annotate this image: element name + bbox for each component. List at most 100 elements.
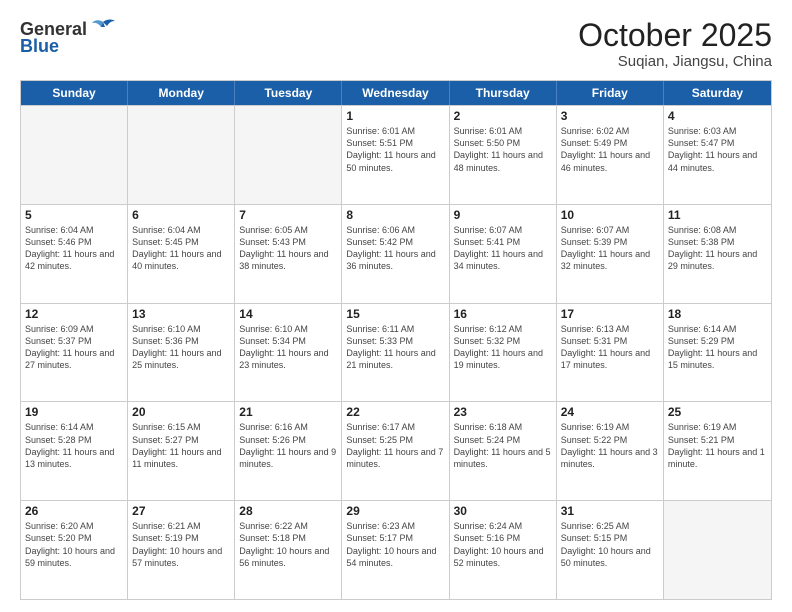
day-number: 22 <box>346 405 444 419</box>
cal-cell-25: 25 Sunrise: 6:19 AM Sunset: 5:21 PM Dayli… <box>664 402 771 500</box>
cell-info: Sunrise: 6:17 AM Sunset: 5:25 PM Dayligh… <box>346 421 444 470</box>
cal-cell-2: 2 Sunrise: 6:01 AM Sunset: 5:50 PM Daylig… <box>450 106 557 204</box>
cal-row-4: 26 Sunrise: 6:20 AM Sunset: 5:20 PM Dayli… <box>21 500 771 599</box>
month-title: October 2025 <box>578 18 772 53</box>
day-number: 15 <box>346 307 444 321</box>
cell-info: Sunrise: 6:10 AM Sunset: 5:36 PM Dayligh… <box>132 323 230 372</box>
page: General Blue October 2025 Suqian, Jiangs… <box>0 0 792 612</box>
cell-info: Sunrise: 6:11 AM Sunset: 5:33 PM Dayligh… <box>346 323 444 372</box>
cal-cell-26: 26 Sunrise: 6:20 AM Sunset: 5:20 PM Dayli… <box>21 501 128 599</box>
cal-cell-empty-0-2 <box>235 106 342 204</box>
day-number: 1 <box>346 109 444 123</box>
cell-info: Sunrise: 6:07 AM Sunset: 5:39 PM Dayligh… <box>561 224 659 273</box>
title-block: October 2025 Suqian, Jiangsu, China <box>578 18 772 70</box>
header-day-wednesday: Wednesday <box>342 81 449 105</box>
day-number: 29 <box>346 504 444 518</box>
day-number: 27 <box>132 504 230 518</box>
header-day-sunday: Sunday <box>21 81 128 105</box>
cell-info: Sunrise: 6:01 AM Sunset: 5:51 PM Dayligh… <box>346 125 444 174</box>
cell-info: Sunrise: 6:24 AM Sunset: 5:16 PM Dayligh… <box>454 520 552 569</box>
day-number: 28 <box>239 504 337 518</box>
cell-info: Sunrise: 6:03 AM Sunset: 5:47 PM Dayligh… <box>668 125 767 174</box>
cal-cell-3: 3Sunrise: 6:02 AM Sunset: 5:49 PM Daylig… <box>557 106 664 204</box>
cal-cell-empty-0-0 <box>21 106 128 204</box>
day-number: 7 <box>239 208 337 222</box>
cell-info: Sunrise: 6:25 AM Sunset: 5:15 PM Dayligh… <box>561 520 659 569</box>
header-day-tuesday: Tuesday <box>235 81 342 105</box>
day-number: 10 <box>561 208 659 222</box>
day-number: 18 <box>668 307 767 321</box>
cell-info: Sunrise: 6:09 AM Sunset: 5:37 PM Dayligh… <box>25 323 123 372</box>
cell-info: Sunrise: 6:19 AM Sunset: 5:21 PM Dayligh… <box>668 421 767 470</box>
day-number: 8 <box>346 208 444 222</box>
cal-cell-11: 11 Sunrise: 6:08 AM Sunset: 5:38 PM Dayli… <box>664 205 771 303</box>
logo-bird-icon <box>89 18 117 40</box>
cal-cell-24: 24 Sunrise: 6:19 AM Sunset: 5:22 PM Dayli… <box>557 402 664 500</box>
cal-cell-19: 19 Sunrise: 6:14 AM Sunset: 5:28 PM Dayli… <box>21 402 128 500</box>
day-number: 13 <box>132 307 230 321</box>
day-number: 9 <box>454 208 552 222</box>
cal-cell-4: 4 Sunrise: 6:03 AM Sunset: 5:47 PM Daylig… <box>664 106 771 204</box>
logo-blue-text: Blue <box>20 36 59 57</box>
cell-info: Sunrise: 6:01 AM Sunset: 5:50 PM Dayligh… <box>454 125 552 174</box>
cal-cell-21: 21 Sunrise: 6:16 AM Sunset: 5:26 PM Dayli… <box>235 402 342 500</box>
cal-cell-20: 20Sunrise: 6:15 AM Sunset: 5:27 PM Dayli… <box>128 402 235 500</box>
day-number: 19 <box>25 405 123 419</box>
cell-info: Sunrise: 6:14 AM Sunset: 5:28 PM Dayligh… <box>25 421 123 470</box>
cell-info: Sunrise: 6:20 AM Sunset: 5:20 PM Dayligh… <box>25 520 123 569</box>
header-day-saturday: Saturday <box>664 81 771 105</box>
day-number: 21 <box>239 405 337 419</box>
day-number: 11 <box>668 208 767 222</box>
cell-info: Sunrise: 6:16 AM Sunset: 5:26 PM Dayligh… <box>239 421 337 470</box>
cell-info: Sunrise: 6:19 AM Sunset: 5:22 PM Dayligh… <box>561 421 659 470</box>
location: Suqian, Jiangsu, China <box>578 53 772 70</box>
cell-info: Sunrise: 6:13 AM Sunset: 5:31 PM Dayligh… <box>561 323 659 372</box>
cell-info: Sunrise: 6:14 AM Sunset: 5:29 PM Dayligh… <box>668 323 767 372</box>
cell-info: Sunrise: 6:08 AM Sunset: 5:38 PM Dayligh… <box>668 224 767 273</box>
cal-cell-14: 14 Sunrise: 6:10 AM Sunset: 5:34 PM Dayli… <box>235 304 342 402</box>
day-number: 6 <box>132 208 230 222</box>
cal-row-1: 5Sunrise: 6:04 AM Sunset: 5:46 PM Daylig… <box>21 204 771 303</box>
day-number: 17 <box>561 307 659 321</box>
header-day-monday: Monday <box>128 81 235 105</box>
calendar: SundayMondayTuesdayWednesdayThursdayFrid… <box>20 80 772 600</box>
day-number: 4 <box>668 109 767 123</box>
cal-cell-empty-4-6 <box>664 501 771 599</box>
cal-cell-27: 27 Sunrise: 6:21 AM Sunset: 5:19 PM Dayli… <box>128 501 235 599</box>
calendar-header: SundayMondayTuesdayWednesdayThursdayFrid… <box>21 81 771 105</box>
cal-row-0: 1 Sunrise: 6:01 AM Sunset: 5:51 PM Daylig… <box>21 105 771 204</box>
cal-cell-6: 6 Sunrise: 6:04 AM Sunset: 5:45 PM Daylig… <box>128 205 235 303</box>
cal-cell-15: 15 Sunrise: 6:11 AM Sunset: 5:33 PM Dayli… <box>342 304 449 402</box>
cell-info: Sunrise: 6:06 AM Sunset: 5:42 PM Dayligh… <box>346 224 444 273</box>
cal-cell-13: 13 Sunrise: 6:10 AM Sunset: 5:36 PM Dayli… <box>128 304 235 402</box>
cell-info: Sunrise: 6:15 AM Sunset: 5:27 PM Dayligh… <box>132 421 230 470</box>
day-number: 12 <box>25 307 123 321</box>
cell-info: Sunrise: 6:21 AM Sunset: 5:19 PM Dayligh… <box>132 520 230 569</box>
day-number: 14 <box>239 307 337 321</box>
cell-info: Sunrise: 6:07 AM Sunset: 5:41 PM Dayligh… <box>454 224 552 273</box>
logo: General Blue <box>20 18 117 57</box>
cal-cell-7: 7Sunrise: 6:05 AM Sunset: 5:43 PM Daylig… <box>235 205 342 303</box>
cell-info: Sunrise: 6:04 AM Sunset: 5:45 PM Dayligh… <box>132 224 230 273</box>
cal-cell-28: 28 Sunrise: 6:22 AM Sunset: 5:18 PM Dayli… <box>235 501 342 599</box>
header: General Blue October 2025 Suqian, Jiangs… <box>20 18 772 70</box>
cell-info: Sunrise: 6:10 AM Sunset: 5:34 PM Dayligh… <box>239 323 337 372</box>
cell-info: Sunrise: 6:18 AM Sunset: 5:24 PM Dayligh… <box>454 421 552 470</box>
cell-info: Sunrise: 6:22 AM Sunset: 5:18 PM Dayligh… <box>239 520 337 569</box>
cell-info: Sunrise: 6:12 AM Sunset: 5:32 PM Dayligh… <box>454 323 552 372</box>
cal-cell-empty-0-1 <box>128 106 235 204</box>
day-number: 25 <box>668 405 767 419</box>
day-number: 2 <box>454 109 552 123</box>
day-number: 24 <box>561 405 659 419</box>
cal-cell-1: 1 Sunrise: 6:01 AM Sunset: 5:51 PM Daylig… <box>342 106 449 204</box>
cell-info: Sunrise: 6:23 AM Sunset: 5:17 PM Dayligh… <box>346 520 444 569</box>
cal-cell-31: 31Sunrise: 6:25 AM Sunset: 5:15 PM Dayli… <box>557 501 664 599</box>
cal-cell-30: 30 Sunrise: 6:24 AM Sunset: 5:16 PM Dayli… <box>450 501 557 599</box>
day-number: 26 <box>25 504 123 518</box>
day-number: 30 <box>454 504 552 518</box>
cal-row-3: 19 Sunrise: 6:14 AM Sunset: 5:28 PM Dayli… <box>21 401 771 500</box>
cal-cell-16: 16Sunrise: 6:12 AM Sunset: 5:32 PM Dayli… <box>450 304 557 402</box>
cal-cell-9: 9 Sunrise: 6:07 AM Sunset: 5:41 PM Daylig… <box>450 205 557 303</box>
calendar-body: 1 Sunrise: 6:01 AM Sunset: 5:51 PM Daylig… <box>21 105 771 599</box>
cal-cell-18: 18 Sunrise: 6:14 AM Sunset: 5:29 PM Dayli… <box>664 304 771 402</box>
